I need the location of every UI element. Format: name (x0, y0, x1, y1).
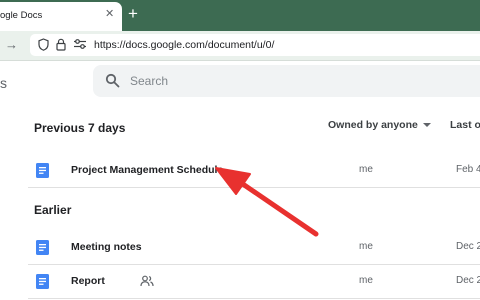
document-owner: me (359, 241, 373, 252)
section-heading-recent: Previous 7 days (34, 121, 126, 135)
sort-last-opened[interactable]: Last op (450, 119, 480, 131)
docs-file-icon (36, 163, 49, 178)
tab-title: ogle Docs (0, 10, 43, 21)
owner-filter-dropdown[interactable]: Owned by anyone (328, 119, 431, 131)
new-tab-button[interactable]: + (128, 5, 138, 22)
browser-tab[interactable]: ogle Docs ✕ (0, 2, 122, 31)
document-owner: me (359, 164, 373, 175)
docs-file-icon (36, 240, 49, 255)
owner-filter-label: Owned by anyone (328, 119, 418, 131)
document-owner: me (359, 275, 373, 286)
annotation-arrow-icon (215, 167, 319, 237)
forward-arrow-icon[interactable]: → (5, 37, 18, 52)
document-date: Feb 4 (456, 164, 480, 175)
lock-icon[interactable] (56, 38, 66, 51)
tab-close-icon[interactable]: ✕ (105, 9, 114, 20)
permissions-icon[interactable] (73, 38, 87, 50)
document-title[interactable]: Project Management Schedule (71, 164, 223, 176)
search-input[interactable]: Search (130, 74, 168, 88)
browser-tabstrip: ogle Docs ✕ + (0, 0, 480, 31)
search-box[interactable]: Search (93, 65, 480, 97)
shield-icon[interactable] (38, 38, 49, 51)
app-title-fragment: s (0, 75, 7, 91)
search-icon[interactable] (105, 73, 120, 88)
browser-toolbar: → https://docs.google.com/document/u/0/ (0, 31, 480, 61)
document-row[interactable]: Report me Dec 2 (28, 265, 480, 299)
section-heading-earlier: Earlier (34, 203, 72, 217)
shared-people-icon (140, 275, 154, 287)
document-date: Dec 2 (456, 241, 480, 252)
document-title[interactable]: Report (71, 275, 105, 287)
caret-down-icon (422, 123, 431, 128)
document-title[interactable]: Meeting notes (71, 241, 142, 253)
document-date: Dec 2 (456, 275, 480, 286)
url-text[interactable]: https://docs.google.com/document/u/0/ (94, 39, 274, 51)
docs-file-icon (36, 274, 49, 289)
address-bar[interactable]: https://docs.google.com/document/u/0/ (30, 34, 480, 56)
